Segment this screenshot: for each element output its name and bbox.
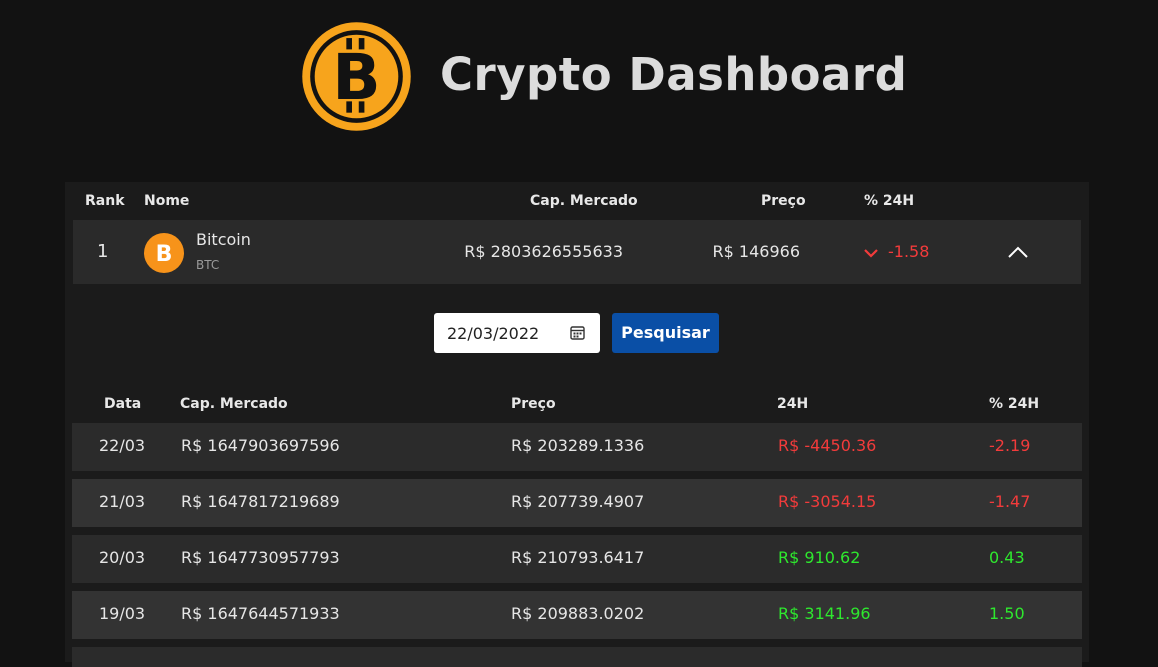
- page-title: Crypto Dashboard: [440, 48, 908, 101]
- date-input[interactable]: 22/03/2022: [434, 313, 600, 353]
- table-row[interactable]: 20/03 R$ 1647730957793 R$ 210793.6417 R$…: [72, 535, 1082, 583]
- row-market-cap: R$ 1647817219689: [181, 492, 340, 511]
- bitcoin-logo-icon: B: [302, 22, 411, 131]
- coin-row-bitcoin[interactable]: 1 B Bitcoin BTC R$ 2803626555633 R$ 1469…: [73, 220, 1081, 284]
- col-hist-price: Preço: [511, 396, 556, 412]
- history-table-header: Data Cap. Mercado Preço 24H % 24H: [72, 392, 1082, 422]
- table-row[interactable]: 19/03 R$ 1647644571933 R$ 209883.0202 R$…: [72, 591, 1082, 639]
- row-24h: R$ -4450.36: [778, 436, 877, 455]
- row-market-cap: R$ 1647644571933: [181, 604, 340, 623]
- row-24h: R$ 910.62: [778, 548, 861, 567]
- col-price: Preço: [761, 193, 806, 209]
- col-hist-pct: % 24H: [989, 396, 1040, 412]
- table-row[interactable]: 22/03 R$ 1647903697596 R$ 203289.1336 R$…: [72, 423, 1082, 471]
- col-market-cap: Cap. Mercado: [530, 193, 638, 209]
- coin-market-cap: R$ 2803626555633: [464, 242, 623, 261]
- row-pct: -2.19: [989, 436, 1031, 455]
- coin-symbol: BTC: [196, 258, 220, 272]
- coin-table-header: Rank Nome Cap. Mercado Preço % 24H: [65, 182, 1089, 220]
- coin-table-panel: Rank Nome Cap. Mercado Preço % 24H 1 B B…: [65, 182, 1089, 667]
- bitcoin-coin-icon: B: [144, 233, 184, 273]
- search-button[interactable]: Pesquisar: [612, 313, 719, 353]
- coin-price: R$ 146966: [712, 242, 800, 261]
- row-pct: 1.50: [989, 604, 1025, 623]
- chevron-up-icon[interactable]: [1007, 245, 1029, 259]
- date-input-value: 22/03/2022: [447, 324, 540, 343]
- coin-change: -1.58: [888, 242, 930, 261]
- row-24h: R$ 3141.96: [778, 604, 871, 623]
- chevron-down-icon: [864, 249, 878, 258]
- table-row[interactable]: 21/03 R$ 1647817219689 R$ 207739.4907 R$…: [72, 479, 1082, 527]
- row-date: 21/03: [99, 492, 146, 511]
- row-date: 19/03: [99, 604, 146, 623]
- row-date: 22/03: [99, 436, 146, 455]
- row-price: R$ 207739.4907: [511, 492, 645, 511]
- col-hist-market-cap: Cap. Mercado: [180, 396, 288, 412]
- coin-name: Bitcoin: [196, 230, 251, 249]
- row-pct: -1.47: [989, 492, 1031, 511]
- svg-text:B: B: [156, 242, 173, 267]
- row-market-cap: R$ 1647903697596: [181, 436, 340, 455]
- svg-text:B: B: [332, 40, 380, 114]
- col-name: Nome: [144, 193, 190, 209]
- coin-rank: 1: [97, 241, 109, 262]
- col-change: % 24H: [864, 193, 915, 209]
- row-price: R$ 209883.0202: [511, 604, 645, 623]
- row-24h: R$ -3054.15: [778, 492, 877, 511]
- col-rank: Rank: [85, 193, 125, 209]
- col-date: Data: [104, 396, 142, 412]
- row-pct: 0.43: [989, 548, 1025, 567]
- row-price: R$ 210793.6417: [511, 548, 645, 567]
- table-row-partial: [72, 647, 1082, 667]
- row-market-cap: R$ 1647730957793: [181, 548, 340, 567]
- row-date: 20/03: [99, 548, 146, 567]
- row-price: R$ 203289.1336: [511, 436, 645, 455]
- calendar-icon[interactable]: [570, 325, 585, 340]
- page-header: B Crypto Dashboard: [0, 0, 1158, 160]
- col-hist-24h: 24H: [777, 396, 809, 412]
